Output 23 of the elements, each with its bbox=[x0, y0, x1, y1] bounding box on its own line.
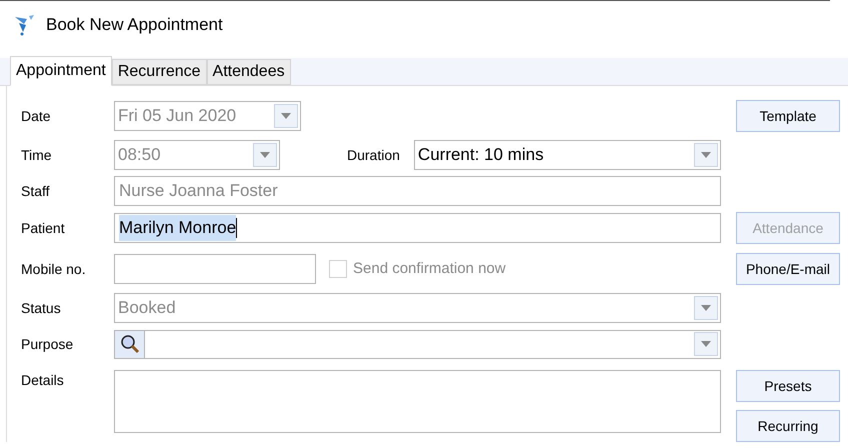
duration-label: Duration bbox=[347, 146, 400, 164]
form-button[interactable]: Recurring bbox=[736, 410, 840, 442]
text-field[interactable]: Marilyn Monroe bbox=[114, 213, 721, 243]
field-label: Purpose bbox=[20, 334, 74, 354]
form-button[interactable]: Phone/E-mail bbox=[736, 253, 840, 285]
details-textarea[interactable] bbox=[114, 370, 721, 433]
field-label: Time bbox=[20, 146, 53, 164]
dropdown-field[interactable] bbox=[114, 330, 721, 358]
field-label: Details bbox=[20, 371, 65, 390]
field-label: Staff bbox=[20, 182, 51, 200]
tab[interactable]: Attendees bbox=[206, 59, 291, 85]
field-label: Mobile no. bbox=[20, 260, 87, 278]
input-field[interactable] bbox=[114, 254, 316, 284]
search-icon[interactable] bbox=[115, 330, 145, 358]
app-logo-icon bbox=[14, 14, 36, 36]
form-button[interactable]: Presets bbox=[736, 370, 840, 402]
field-label: Patient bbox=[20, 218, 66, 238]
field-label: Date bbox=[20, 106, 52, 126]
checkbox-label: Send confirmation now bbox=[353, 258, 506, 279]
field-label: Status bbox=[20, 298, 62, 318]
tab[interactable]: Recurrence bbox=[112, 59, 207, 85]
window-title: Book New Appointment bbox=[46, 14, 223, 36]
tab[interactable]: Appointment bbox=[10, 56, 112, 86]
